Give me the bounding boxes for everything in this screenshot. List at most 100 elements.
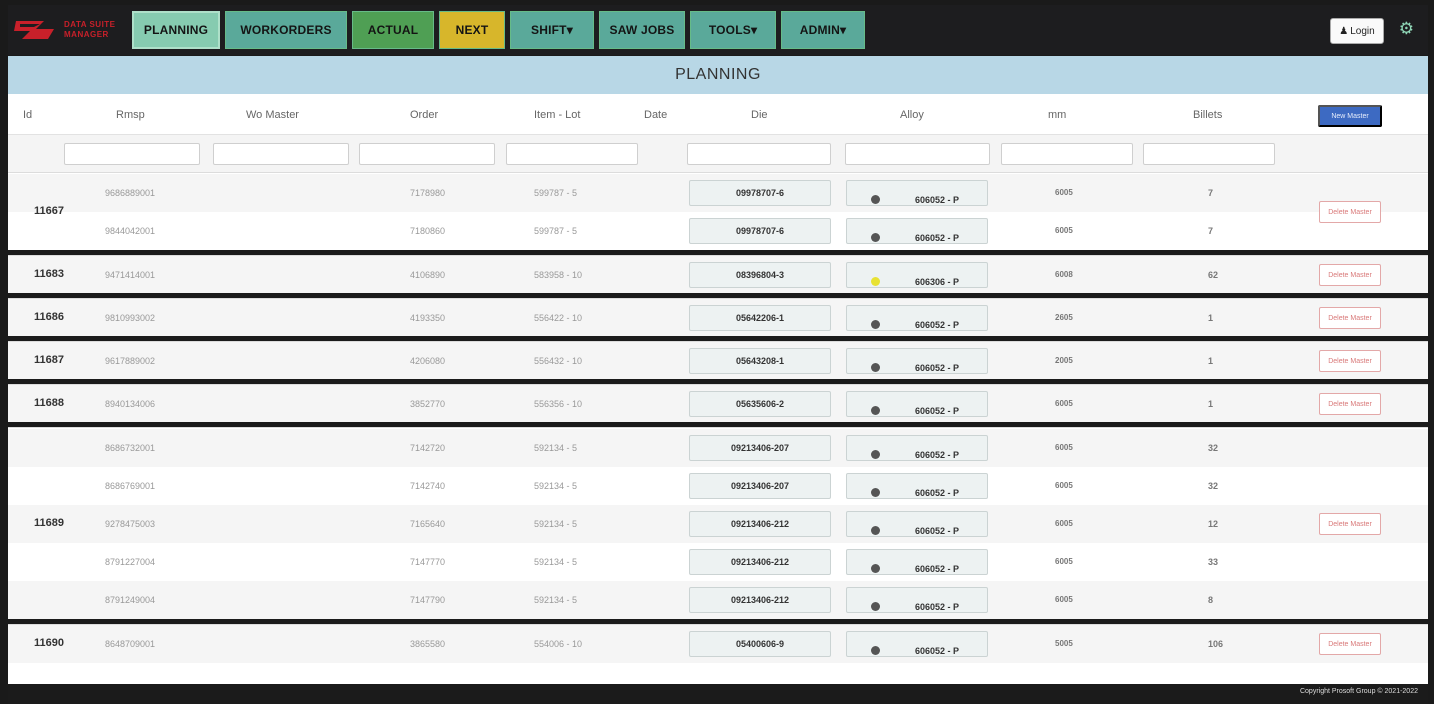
- nav-saw-jobs[interactable]: SAW JOBS: [599, 11, 685, 49]
- nav-actual[interactable]: ACTUAL: [352, 11, 434, 49]
- logo[interactable]: DATA SUITE MANAGER: [14, 10, 132, 50]
- filter-order-input[interactable]: [359, 143, 495, 165]
- new-master-button[interactable]: New Master: [1318, 105, 1382, 127]
- master-group: 9617889002 4206080 556432 - 10 05643208-1 60…: [8, 341, 1428, 380]
- item-lot-cell: 556432 - 10: [534, 356, 583, 366]
- alloy-field[interactable]: 606306 - P: [846, 262, 988, 288]
- column-header-die[interactable]: Die: [751, 109, 768, 121]
- delete-master-button[interactable]: Delete Master: [1319, 264, 1381, 286]
- delete-master-button[interactable]: Delete Master: [1319, 350, 1381, 372]
- column-header-rmsp[interactable]: Rmsp: [116, 109, 145, 121]
- die-field[interactable]: 05643208-1: [689, 348, 831, 374]
- table-row[interactable]: 9471414001 4106890 583958 - 10 08396804-3 60…: [8, 256, 1428, 294]
- column-header-alloy[interactable]: Alloy: [900, 109, 924, 121]
- mm-cell: 6005: [1055, 481, 1073, 490]
- delete-master-button[interactable]: Delete Master: [1319, 633, 1381, 655]
- billets-cell: 7: [1208, 226, 1214, 236]
- die-field[interactable]: 05642206-1: [689, 305, 831, 331]
- alloy-status-dot: [871, 406, 880, 415]
- column-header-order[interactable]: Order: [410, 109, 438, 121]
- alloy-field[interactable]: 606052 - P: [846, 511, 988, 537]
- gear-icon[interactable]: ⚙: [1399, 19, 1414, 39]
- table-row[interactable]: 8686732001 7142720 592134 - 5 09213406-207 6…: [8, 429, 1428, 467]
- nav-tools[interactable]: TOOLS▾: [690, 11, 776, 49]
- master-id: 11683: [34, 268, 64, 280]
- alloy-field[interactable]: 606052 - P: [846, 549, 988, 575]
- alloy-field[interactable]: 606052 - P: [846, 435, 988, 461]
- table-row[interactable]: 8648709001 3865580 554006 - 10 05400606-9 60…: [8, 625, 1428, 663]
- logo-icon: [14, 21, 54, 39]
- rmsp-cell: 9810993002: [105, 313, 156, 323]
- nav-planning[interactable]: PLANNING: [132, 11, 220, 49]
- die-field[interactable]: 08396804-3: [689, 262, 831, 288]
- filter-alloy-input[interactable]: [845, 143, 990, 165]
- column-header-wo-master[interactable]: Wo Master: [246, 109, 299, 121]
- table-row[interactable]: 9810993002 4193350 556422 - 10 05642206-1 60…: [8, 299, 1428, 337]
- alloy-field[interactable]: 606052 - P: [846, 473, 988, 499]
- alloy-field[interactable]: 606052 - P: [846, 348, 988, 374]
- item-lot-cell: 592134 - 5: [534, 443, 578, 453]
- filter-rmsp-input[interactable]: [64, 143, 200, 165]
- die-field[interactable]: 09978707-6: [689, 218, 831, 244]
- table-row[interactable]: 9686889001 7178980 599787 - 5 09978707-6 606…: [8, 174, 1428, 212]
- nav-next[interactable]: NEXT: [439, 11, 505, 49]
- delete-master-button[interactable]: Delete Master: [1319, 513, 1381, 535]
- item-lot-cell: 556422 - 10: [534, 313, 583, 323]
- billets-cell: 32: [1208, 443, 1219, 453]
- table-row[interactable]: 9617889002 4206080 556432 - 10 05643208-1 60…: [8, 342, 1428, 380]
- die-field[interactable]: 09213406-212: [689, 549, 831, 575]
- billets-cell: 106: [1208, 639, 1224, 649]
- die-field[interactable]: 05400606-9: [689, 631, 831, 657]
- alloy-field[interactable]: 606052 - P: [846, 180, 988, 206]
- alloy-value: 606052 - P: [915, 320, 960, 330]
- column-header-date[interactable]: Date: [644, 109, 667, 121]
- die-field[interactable]: 09213406-212: [689, 511, 831, 537]
- die-field[interactable]: 09978707-6: [689, 180, 831, 206]
- alloy-status-dot: [871, 195, 880, 204]
- alloy-field[interactable]: 606052 - P: [846, 391, 988, 417]
- table-row[interactable]: 8686769001 7142740 592134 - 5 09213406-207 6…: [8, 467, 1428, 505]
- copyright-text: Copyright Prosoft Group © 2021-2022: [1299, 688, 1418, 695]
- filter-mm-input[interactable]: [1001, 143, 1133, 165]
- billets-cell: 7: [1208, 188, 1214, 198]
- table-row[interactable]: 8791249004 7147790 592134 - 5 09213406-212 6…: [8, 581, 1428, 619]
- nav-shift[interactable]: SHIFT▾: [510, 11, 594, 49]
- column-header-billets[interactable]: Billets: [1193, 109, 1222, 121]
- column-header-mm[interactable]: mm: [1048, 109, 1066, 121]
- rmsp-cell: 9278475003: [105, 519, 156, 529]
- alloy-field[interactable]: 606052 - P: [846, 305, 988, 331]
- alloy-field[interactable]: 606052 - P: [846, 218, 988, 244]
- filter-item-lot-input[interactable]: [506, 143, 638, 165]
- alloy-field[interactable]: 606052 - P: [846, 587, 988, 613]
- table-row[interactable]: 8940134006 3852770 556356 - 10 05635606-2 60…: [8, 385, 1428, 423]
- item-lot-cell: 556356 - 10: [534, 399, 583, 409]
- delete-master-button[interactable]: Delete Master: [1319, 307, 1381, 329]
- table-row[interactable]: 8791227004 7147770 592134 - 5 09213406-212 6…: [8, 543, 1428, 581]
- nav-admin[interactable]: ADMIN▾: [781, 11, 865, 49]
- column-header-item-lot[interactable]: Item - Lot: [534, 109, 580, 121]
- nav-workorders[interactable]: WORKORDERS: [225, 11, 347, 49]
- item-lot-cell: 592134 - 5: [534, 595, 578, 605]
- delete-master-button[interactable]: Delete Master: [1319, 393, 1381, 415]
- filter-wo-master-input[interactable]: [213, 143, 349, 165]
- item-lot-cell: 592134 - 5: [534, 519, 578, 529]
- column-header-id[interactable]: Id: [23, 109, 32, 121]
- die-field[interactable]: 05635606-2: [689, 391, 831, 417]
- nav-menu: PLANNING WORKORDERS ACTUAL NEXT SHIFT▾ SAW JO…: [132, 11, 870, 49]
- die-field[interactable]: 09213406-207: [689, 473, 831, 499]
- filter-billets-input[interactable]: [1143, 143, 1275, 165]
- login-button[interactable]: ♟ Login: [1330, 18, 1384, 44]
- footer: Copyright Prosoft Group © 2021-2022: [8, 684, 1428, 704]
- order-cell: 4206080: [410, 356, 446, 366]
- alloy-field[interactable]: 606052 - P: [846, 631, 988, 657]
- master-id: 11686: [34, 311, 64, 323]
- billets-cell: 1: [1208, 313, 1214, 323]
- mm-cell: 6005: [1055, 443, 1073, 452]
- item-lot-cell: 599787 - 5: [534, 226, 578, 236]
- table-row[interactable]: 9278475003 7165640 592134 - 5 09213406-212 6…: [8, 505, 1428, 543]
- die-field[interactable]: 09213406-207: [689, 435, 831, 461]
- die-field[interactable]: 09213406-212: [689, 587, 831, 613]
- filter-die-input[interactable]: [687, 143, 831, 165]
- table-row[interactable]: 9844042001 7180860 599787 - 5 09978707-6 606…: [8, 212, 1428, 250]
- delete-master-button[interactable]: Delete Master: [1319, 201, 1381, 223]
